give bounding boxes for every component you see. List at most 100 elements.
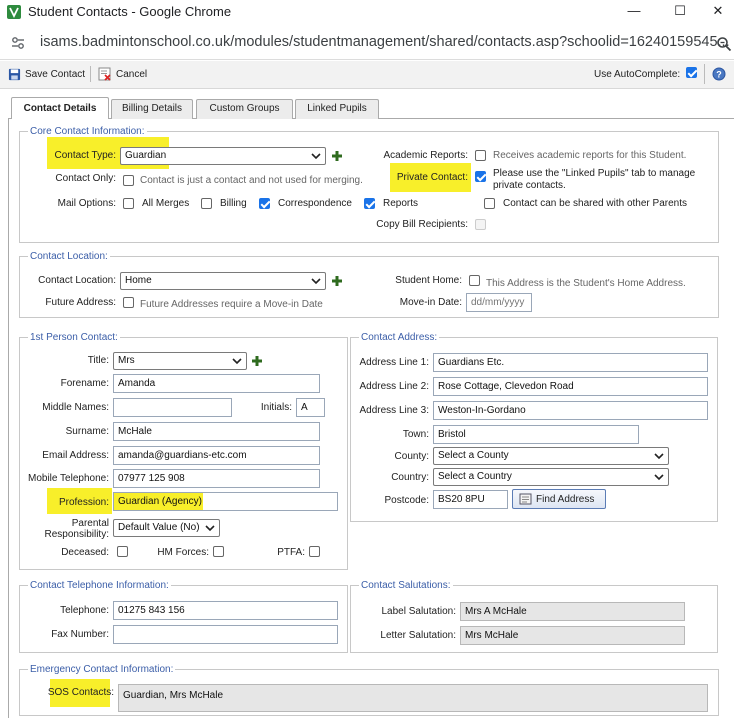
label-salutation-label: Label Salutation: xyxy=(381,606,456,617)
app-icon xyxy=(7,5,21,19)
tab-billing-details[interactable]: Billing Details xyxy=(111,99,193,119)
person-contact-legend: 1st Person Contact: xyxy=(30,332,118,343)
deceased-label: Deceased: xyxy=(61,547,109,558)
town-label: Town: xyxy=(402,429,429,440)
mail-options-label: Mail Options: xyxy=(57,198,116,209)
tab-custom-groups[interactable]: Custom Groups xyxy=(196,99,293,119)
initials-input[interactable]: A xyxy=(296,398,325,417)
private-contact-label: Private Contact: xyxy=(396,172,468,183)
ptfa-label: PTFA: xyxy=(277,547,305,558)
contact-location-label: Contact Location: xyxy=(38,275,116,286)
chevron-down-icon xyxy=(654,453,664,460)
fax-input[interactable] xyxy=(113,625,338,644)
academic-reports-label: Academic Reports: xyxy=(383,150,468,161)
save-contact-label: Save Contact xyxy=(25,68,86,80)
parental-responsibility-value: Default Value (No) xyxy=(118,522,200,533)
county-select[interactable]: Select a County xyxy=(433,447,669,465)
profession-input[interactable]: Guardian (Agency) xyxy=(113,492,338,511)
mail-billing-label: Billing xyxy=(220,198,247,209)
forename-input[interactable]: Amanda xyxy=(113,374,320,393)
private-contact-note-1: Please use the "Linked Pupils" tab to ma… xyxy=(493,168,696,179)
parental-label-1: Parental xyxy=(71,518,109,529)
telephone-label: Telephone: xyxy=(60,605,109,616)
address-line3-input[interactable]: Weston-In-Gordano xyxy=(433,401,708,420)
copy-bill-label: Copy Bill Recipients: xyxy=(376,219,468,230)
mail-all-merges-checkbox[interactable] xyxy=(123,198,134,209)
deceased-checkbox[interactable] xyxy=(117,546,128,557)
window-title: Student Contacts - Google Chrome xyxy=(28,4,232,19)
letter-salutation-label: Letter Salutation: xyxy=(380,630,456,641)
email-input[interactable]: amanda@guardians-etc.com xyxy=(113,446,320,465)
maximize-button[interactable]: ☐ xyxy=(660,2,700,22)
add-contact-type-icon[interactable] xyxy=(332,151,342,161)
student-home-checkbox[interactable] xyxy=(469,275,480,286)
tab-contact-details[interactable]: Contact Details xyxy=(11,97,109,119)
postcode-label: Postcode: xyxy=(384,495,429,506)
add-location-icon[interactable] xyxy=(332,276,342,286)
contact-only-note: Contact is just a contact and not used f… xyxy=(140,175,363,186)
parental-responsibility-select[interactable]: Default Value (No) xyxy=(113,519,220,537)
find-address-button[interactable]: Find Address xyxy=(512,489,606,509)
parental-label-2: Responsibility: xyxy=(44,529,109,540)
student-home-note: This Address is the Student's Home Addre… xyxy=(486,278,686,289)
country-value: Select a Country xyxy=(438,471,512,482)
url-text[interactable]: isams.badmintonschool.co.uk/modules/stud… xyxy=(40,34,730,50)
academic-reports-checkbox[interactable] xyxy=(475,150,486,161)
letter-salutation-input[interactable]: Mrs McHale xyxy=(460,626,685,645)
tab-linked-pupils[interactable]: Linked Pupils xyxy=(295,99,379,119)
surname-input[interactable]: McHale xyxy=(113,422,320,441)
minimize-button[interactable]: — xyxy=(614,2,654,22)
add-title-icon[interactable] xyxy=(252,356,262,366)
hm-forces-checkbox[interactable] xyxy=(213,546,224,557)
address-line1-input[interactable]: Guardians Etc. xyxy=(433,353,708,372)
contact-location-select[interactable]: Home xyxy=(120,272,326,290)
mail-correspondence-checkbox[interactable] xyxy=(259,198,270,209)
address-line2-input[interactable]: Rose Cottage, Clevedon Road xyxy=(433,377,708,396)
mail-billing-checkbox[interactable] xyxy=(201,198,212,209)
svg-text:?: ? xyxy=(716,70,722,80)
forename-label: Forename: xyxy=(60,378,109,389)
contact-only-checkbox[interactable] xyxy=(123,175,134,186)
student-home-label: Student Home: xyxy=(395,275,462,286)
title-select[interactable]: Mrs xyxy=(113,352,247,370)
zoom-icon[interactable] xyxy=(716,36,732,52)
shared-contact-checkbox[interactable] xyxy=(484,198,495,209)
copy-bill-checkbox[interactable] xyxy=(475,219,486,230)
close-button[interactable]: ✕ xyxy=(702,2,734,22)
shared-contact-note: Contact can be shared with other Parents xyxy=(503,198,687,209)
fax-label: Fax Number: xyxy=(51,629,109,640)
address-line1-label: Address Line 1: xyxy=(359,357,430,368)
hm-forces-label: HM Forces: xyxy=(157,547,209,558)
surname-label: Surname: xyxy=(65,426,109,437)
help-icon[interactable]: ? xyxy=(712,67,726,81)
contact-location-value: Home xyxy=(125,275,152,286)
contact-location-legend: Contact Location: xyxy=(30,251,108,262)
save-contact-button[interactable]: Save Contact xyxy=(8,66,85,82)
move-in-label: Move-in Date: xyxy=(399,297,462,308)
mail-correspondence-label: Correspondence xyxy=(278,198,352,209)
ptfa-checkbox[interactable] xyxy=(309,546,320,557)
label-salutation-input[interactable]: Mrs A McHale xyxy=(460,602,685,621)
middle-names-input[interactable] xyxy=(113,398,232,417)
sos-contacts-field[interactable]: Guardian, Mrs McHale xyxy=(118,684,708,712)
mail-reports-checkbox[interactable] xyxy=(364,198,375,209)
move-in-date-input[interactable] xyxy=(466,293,532,312)
country-select[interactable]: Select a Country xyxy=(433,468,669,486)
town-input[interactable]: Bristol xyxy=(433,425,639,444)
private-contact-note-2: private contacts. xyxy=(493,180,566,191)
private-contact-checkbox[interactable] xyxy=(475,171,486,182)
mobile-input[interactable]: 07977 125 908 xyxy=(113,469,320,488)
autocomplete-label: Use AutoComplete: xyxy=(594,69,681,80)
email-label: Email Address: xyxy=(42,450,109,461)
contact-type-select[interactable]: Guardian xyxy=(120,147,326,165)
chevron-down-icon xyxy=(232,358,242,365)
find-address-label: Find Address xyxy=(536,493,595,505)
telephone-input[interactable]: 01275 843 156 xyxy=(113,601,338,620)
cancel-button[interactable]: Cancel xyxy=(98,66,147,82)
autocomplete-checkbox[interactable] xyxy=(686,67,697,78)
future-address-checkbox[interactable] xyxy=(123,297,134,308)
contact-type-label: Contact Type: xyxy=(54,150,116,161)
contact-only-label: Contact Only: xyxy=(55,173,116,184)
site-settings-icon[interactable] xyxy=(10,35,26,51)
postcode-input[interactable]: BS20 8PU xyxy=(433,490,508,509)
